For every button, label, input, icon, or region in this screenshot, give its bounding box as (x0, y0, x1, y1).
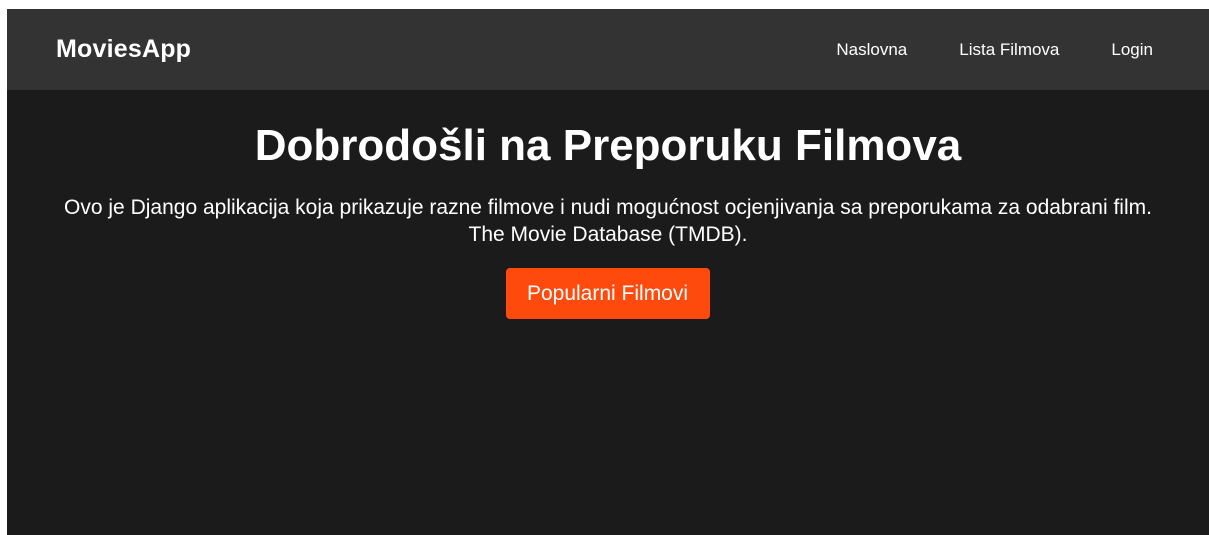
brand-logo[interactable]: MoviesApp (56, 35, 191, 64)
app-window: MoviesApp Naslovna Lista Filmova Login D… (7, 9, 1209, 535)
hero-note: The Movie Database (TMDB). (468, 223, 748, 246)
navbar: MoviesApp Naslovna Lista Filmova Login (7, 9, 1209, 90)
page-title: Dobrodošli na Preporuku Filmova (254, 121, 962, 170)
hero-description: Ovo je Django aplikacija koja prikazuje … (64, 196, 1152, 219)
hero-section: Dobrodošli na Preporuku Filmova Ovo je D… (7, 118, 1209, 319)
nav-link-login[interactable]: Login (1111, 40, 1153, 60)
popular-movies-button[interactable]: Popularni Filmovi (505, 268, 711, 319)
nav-link-naslovna[interactable]: Naslovna (836, 40, 907, 60)
nav-link-lista-filmova[interactable]: Lista Filmova (959, 40, 1059, 60)
nav-links: Naslovna Lista Filmova Login (784, 40, 1153, 60)
